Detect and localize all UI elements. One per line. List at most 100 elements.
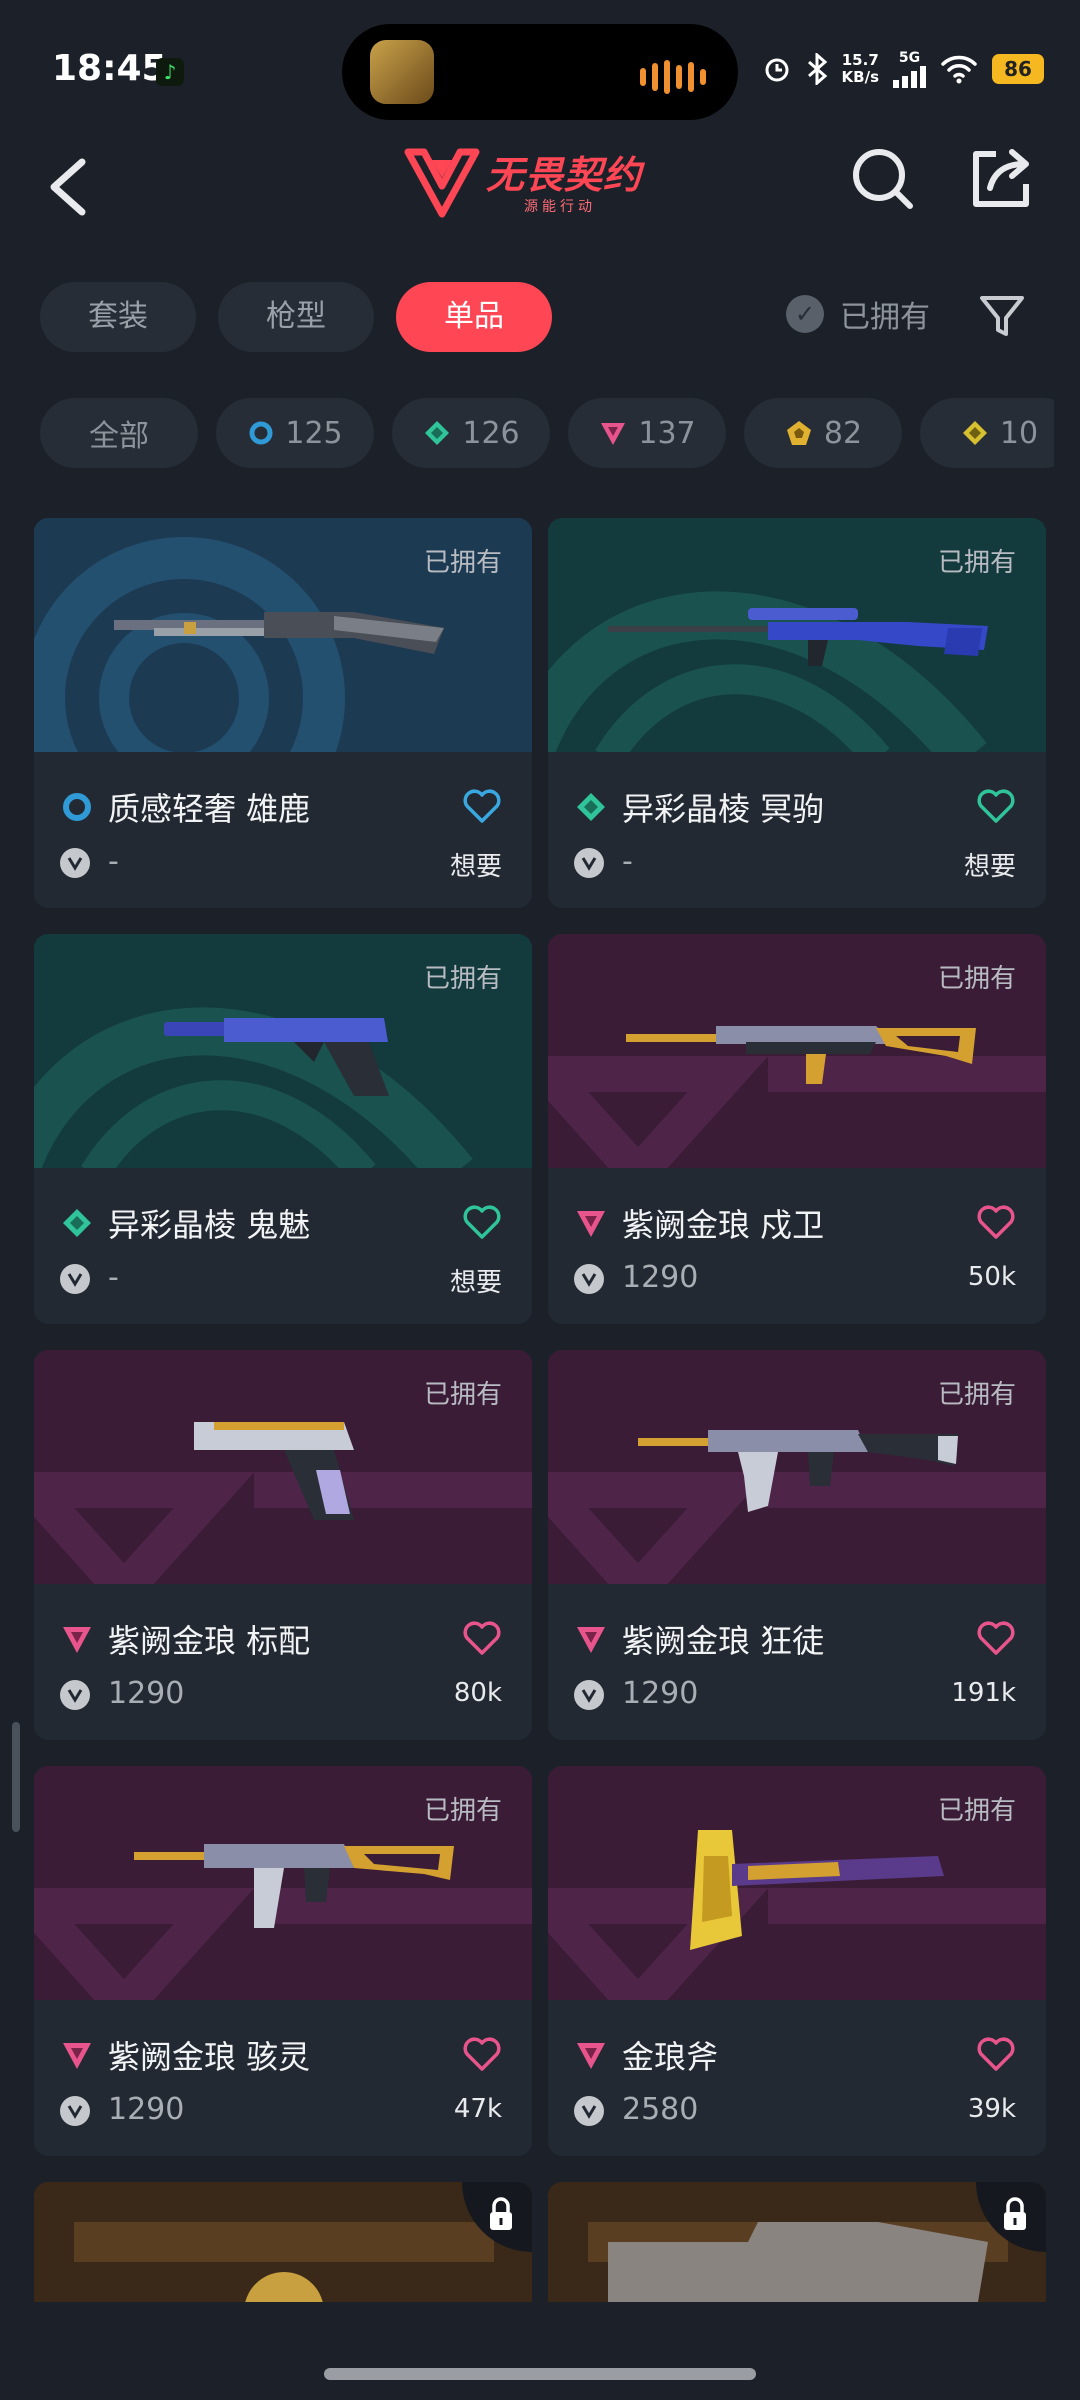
skin-card[interactable]: 已拥有 金琅斧 2580 39k: [548, 1766, 1046, 2156]
weapon-sidearm-icon: [114, 612, 444, 654]
search-button[interactable]: [848, 144, 918, 214]
skin-card[interactable]: 已拥有 紫阙金琅 骇灵 1290 47k: [34, 1766, 532, 2156]
filter-button[interactable]: [976, 290, 1028, 342]
valorant-points-icon: [574, 1264, 604, 1294]
search-icon: [853, 149, 913, 209]
signal-icon: [893, 66, 926, 88]
skin-card[interactable]: 已拥有 异彩晶棱 鬼魅 - 想要: [34, 934, 532, 1324]
logo-title: 无畏契约: [486, 153, 643, 197]
skin-name: 异彩晶棱 鬼魅: [108, 1206, 311, 1244]
valorant-points-icon: [60, 1264, 90, 1294]
heart-icon[interactable]: [462, 1620, 502, 1656]
valorant-points-icon: [574, 1680, 604, 1710]
chip-ultra-tier[interactable]: 10: [920, 398, 1054, 468]
skin-info: 异彩晶棱 鬼魅 - 想要: [34, 1168, 532, 1324]
heart-icon[interactable]: [976, 788, 1016, 824]
skin-info: 紫阙金琅 戍卫 1290 50k: [548, 1168, 1046, 1324]
chip-all[interactable]: 全部: [40, 398, 198, 468]
skin-card[interactable]: 已拥有 质感轻奢 雄鹿 - 想要: [34, 518, 532, 908]
triangle-icon: [63, 2043, 91, 2069]
ring-icon: [249, 421, 273, 445]
music-notification-icon: ♪: [156, 58, 184, 86]
ring-icon: [63, 793, 91, 821]
skin-price: -: [108, 1260, 119, 1295]
app-logo: 无畏契约 源能行动: [402, 138, 678, 228]
owned-label: 已拥有: [937, 1380, 1016, 1410]
skin-info: 紫阙金琅 标配 1290 80k: [34, 1584, 532, 1740]
home-indicator[interactable]: [324, 2368, 756, 2380]
owned-label: 已拥有: [423, 964, 502, 994]
triangle-icon: [63, 1627, 91, 1653]
filter-icon: [980, 296, 1024, 336]
triangle-icon: [577, 2043, 605, 2069]
skin-image: 已拥有: [34, 934, 532, 1168]
chip-select-tier[interactable]: 125: [216, 398, 374, 468]
network-speed: 15.7 KB/s: [841, 51, 879, 86]
skin-name: 金琅斧: [622, 2038, 719, 2076]
skin-price: -: [108, 844, 119, 879]
dynamic-island[interactable]: [342, 24, 738, 120]
melee-axe-icon: [690, 1830, 944, 1950]
skin-name: 异彩晶棱 冥驹: [622, 790, 825, 828]
owned-toggle[interactable]: ✓ 已拥有: [786, 292, 930, 336]
wishlist-count: 想要: [449, 852, 502, 882]
wishlist-count: 想要: [963, 852, 1016, 882]
chip-premium-tier[interactable]: 137: [568, 398, 726, 468]
diamond-icon: [425, 421, 450, 445]
skin-card[interactable]: 已拥有 紫阙金琅 狂徒 1290 191k: [548, 1350, 1046, 1740]
locked-skin-card[interactable]: [548, 2182, 1046, 2302]
chip-exclusive-tier[interactable]: 82: [744, 398, 902, 468]
skin-card[interactable]: 已拥有 紫阙金琅 标配 1290 80k: [34, 1350, 532, 1740]
scrollbar[interactable]: [12, 1722, 20, 1832]
app-header: 无畏契约 源能行动: [0, 130, 1080, 260]
skin-grid: 已拥有 质感轻奢 雄鹿 - 想要 已拥有 异彩晶棱 冥驹 - 想要 已拥有 异彩…: [34, 518, 1046, 2302]
skin-card[interactable]: 已拥有 紫阙金琅 戍卫 1290 50k: [548, 934, 1046, 1324]
audio-wave-icon: [640, 60, 706, 94]
owned-label: 已拥有: [937, 964, 1016, 994]
skin-name: 紫阙金琅 标配: [108, 1622, 311, 1660]
tab-bundles[interactable]: 套装: [40, 282, 196, 352]
owned-label: 已拥有: [937, 1796, 1016, 1826]
heart-icon[interactable]: [976, 1620, 1016, 1656]
alarm-icon: [765, 58, 789, 82]
wishlist-count: 50k: [967, 1262, 1016, 1292]
skin-price: 2580: [622, 2092, 699, 2127]
diamond-icon: [63, 1209, 91, 1237]
weapon-sniper-icon: [608, 608, 988, 666]
skin-card[interactable]: 已拥有 异彩晶棱 冥驹 - 想要: [548, 518, 1046, 908]
tab-weapon-types[interactable]: 枪型: [218, 282, 374, 352]
share-button[interactable]: [966, 144, 1036, 214]
wishlist-count: 191k: [951, 1678, 1016, 1708]
rarity-filter-chips: 全部 125 126 137 82 10: [40, 398, 1054, 468]
pentagon-icon: [786, 421, 811, 445]
locked-skin-card[interactable]: [34, 2182, 532, 2302]
lock-icon: [490, 2197, 512, 2230]
skin-name: 紫阙金琅 骇灵: [108, 2038, 311, 2076]
heart-icon[interactable]: [462, 788, 502, 824]
tab-items[interactable]: 单品: [396, 282, 552, 352]
skin-image: 已拥有: [34, 518, 532, 752]
valorant-points-icon: [574, 848, 604, 878]
battery-indicator: 86: [992, 54, 1044, 84]
card-background-pattern: [548, 2182, 1046, 2302]
skin-price: -: [622, 844, 633, 879]
wishlist-count: 想要: [449, 1268, 502, 1298]
heart-icon[interactable]: [976, 1204, 1016, 1240]
heart-icon[interactable]: [976, 2036, 1016, 2072]
valorant-points-icon: [60, 2096, 90, 2126]
valorant-points-icon: [60, 1680, 90, 1710]
heart-icon[interactable]: [462, 2036, 502, 2072]
wishlist-count: 80k: [453, 1678, 502, 1708]
skin-price: 1290: [108, 2092, 185, 2127]
back-button[interactable]: [40, 142, 120, 232]
share-icon: [973, 149, 1029, 207]
skin-info: 金琅斧 2580 39k: [548, 2000, 1046, 2156]
skin-image: 已拥有: [34, 1350, 532, 1584]
valorant-points-icon: [574, 2096, 604, 2126]
owned-label: 已拥有: [423, 1796, 502, 1826]
skin-info: 异彩晶棱 冥驹 - 想要: [548, 752, 1046, 908]
chip-deluxe-tier[interactable]: 126: [392, 398, 550, 468]
skin-image: 已拥有: [548, 518, 1046, 752]
skin-price: 1290: [622, 1676, 699, 1711]
heart-icon[interactable]: [462, 1204, 502, 1240]
